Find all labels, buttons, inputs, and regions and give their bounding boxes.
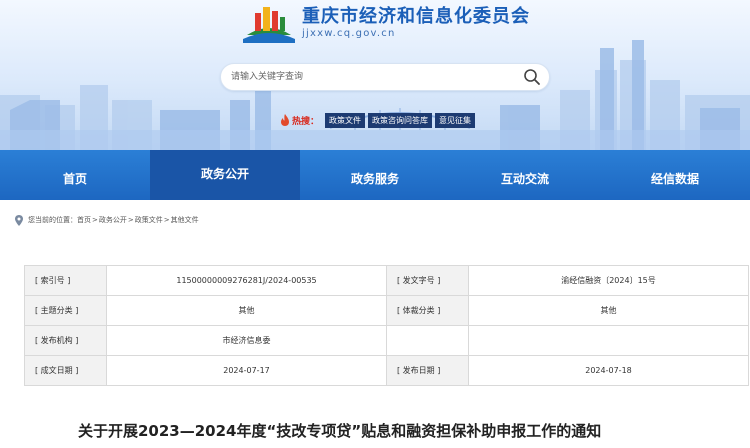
site-title: 重庆市经济和信息化委员会 [302, 6, 530, 27]
nav-item-gov-services[interactable]: 政务服务 [300, 150, 450, 200]
hot-search-row: 热搜： 政策文件 政策咨询问答库 意见征集 [280, 112, 478, 128]
nav-item-econ-data[interactable]: 经信数据 [600, 150, 750, 200]
info-value-genre-category: 其他 [468, 295, 749, 326]
info-value-issuing-agency: 市经济信息委 [106, 325, 387, 356]
flame-icon [281, 114, 289, 126]
location-pin-icon [15, 214, 23, 226]
nav-item-gov-affairs-public[interactable]: 政务公开 [150, 150, 300, 200]
info-label-index-number: [ 索引号 ] [24, 265, 107, 296]
breadcrumb-item-other-docs[interactable]: 其他文件 [171, 215, 199, 225]
breadcrumb-item-home[interactable]: 首页 [77, 215, 91, 225]
hot-tag-opinion-collection[interactable]: 意见征集 [435, 112, 476, 128]
search-box [220, 63, 550, 91]
breadcrumb-separator: > [127, 216, 134, 224]
hot-tag-policy-qa[interactable]: 政策咨询问答库 [368, 112, 433, 128]
breadcrumb-item-gov-affairs-public[interactable]: 政务公开 [99, 215, 127, 225]
hot-search-label: 热搜： [292, 116, 320, 127]
breadcrumb: 您当前的位置： 首页 > 政务公开 > 政策文件 > 其他文件 [14, 214, 199, 226]
info-label-topic-category: [ 主题分类 ] [24, 295, 107, 326]
nav-item-interaction[interactable]: 互动交流 [450, 150, 600, 200]
info-label-publish-date: [ 发布日期 ] [386, 355, 469, 386]
info-label-doc-number: [ 发文字号 ] [386, 265, 469, 296]
table-row: [ 索引号 ] 11500000009276281J/2024-00535 [ … [24, 265, 749, 296]
table-row: [ 发布机构 ] 市经济信息委 [24, 325, 749, 356]
nav-item-home[interactable]: 首页 [0, 150, 150, 200]
search-icon[interactable] [523, 68, 541, 86]
info-value-topic-category: 其他 [106, 295, 387, 326]
breadcrumb-item-policy-docs[interactable]: 政策文件 [135, 215, 163, 225]
search-input[interactable] [231, 64, 511, 90]
info-label-written-date: [ 成文日期 ] [24, 355, 107, 386]
hot-tag-policy-docs[interactable]: 政策文件 [325, 112, 366, 128]
info-value-index-number: 11500000009276281J/2024-00535 [106, 265, 387, 296]
info-label-issuing-agency: [ 发布机构 ] [24, 325, 107, 356]
info-value-empty [468, 325, 749, 356]
breadcrumb-separator: > [92, 216, 98, 224]
main-nav: 首页 政务公开 政务服务 互动交流 经信数据 [0, 150, 750, 200]
info-label-genre-category: [ 体裁分类 ] [386, 295, 469, 326]
info-value-doc-number: 渝经信融资〔2024〕15号 [468, 265, 749, 296]
info-value-publish-date: 2024-07-18 [468, 355, 749, 386]
table-row: [ 主题分类 ] 其他 [ 体裁分类 ] 其他 [24, 295, 749, 326]
document-info-table: [ 索引号 ] 11500000009276281J/2024-00535 [ … [24, 265, 749, 386]
header-banner: 重庆市经济和信息化委员会 jjxxw.cq.gov.cn 热搜： 政策文件 政策… [0, 0, 750, 150]
article-title: 关于开展2023—2024年度“技改专项贷”贴息和融资担保补助申报工作的通知 [78, 422, 602, 440]
table-row: [ 成文日期 ] 2024-07-17 [ 发布日期 ] 2024-07-18 [24, 355, 749, 386]
info-value-written-date: 2024-07-17 [106, 355, 387, 386]
breadcrumb-separator: > [163, 216, 170, 224]
info-label-empty [386, 325, 469, 356]
breadcrumb-prefix: 您当前的位置： [28, 216, 77, 224]
logo-emblem [243, 7, 295, 43]
site-domain: jjxxw.cq.gov.cn [302, 28, 396, 39]
